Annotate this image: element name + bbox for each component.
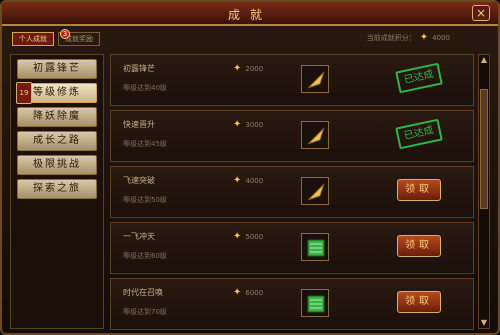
notification-badge: 3 [60, 29, 70, 39]
coin-icon: ✦ [233, 231, 242, 242]
achievement-window: 成就 × 个人成就 成就奖励 3 当前成就积分： ✦ 4000 初露锋芒 19 … [0, 0, 500, 335]
sidebar-item-demon-slaying[interactable]: 降妖除魔 [17, 107, 97, 127]
gold-feather-icon [301, 121, 329, 149]
sidebar-item-first-steps[interactable]: 初露锋芒 [17, 59, 97, 79]
achievement-requirement: 等级达到70级 [123, 308, 167, 316]
window-title: 成就 [227, 8, 272, 22]
coin-icon: ✦ [233, 287, 242, 298]
achievement-requirement: 等级达到40级 [123, 84, 167, 92]
sidebar-item-exploration-journey[interactable]: 探索之旅 [17, 179, 97, 199]
achievement-reward: ✦ 3000 [233, 119, 263, 130]
achievement-reward: ✦ 5000 [233, 231, 263, 242]
achievement-reward: ✦ 4000 [233, 175, 263, 186]
sidebar-item-level-training[interactable]: 19 等级修炼 [16, 82, 97, 104]
coin-icon: ✦ [419, 32, 429, 43]
tab-personal-achievements[interactable]: 个人成就 [12, 32, 54, 46]
score-value: 4000 [432, 33, 450, 42]
achievement-row: 时代在召唤 ✦ 6000 等级达到70级 领取 [110, 278, 474, 330]
achievement-complete-stamp: 已达成 [395, 62, 443, 94]
achievement-name: 飞速突破 [123, 176, 155, 185]
achievement-score: 当前成就积分： ✦ 4000 [367, 32, 450, 43]
reward-points: 2000 [245, 64, 264, 73]
sidebar-item-label: 等级修炼 [33, 87, 81, 98]
achievement-list: 初露锋芒 ✦ 2000 等级达到40级 已达成 快速晋升 ✦ 3000 等级达到45… [110, 54, 474, 330]
achievement-name: 初露锋芒 [123, 64, 155, 73]
coin-icon: ✦ [233, 119, 242, 130]
claim-button[interactable]: 领取 [397, 179, 441, 201]
achievement-row: 初露锋芒 ✦ 2000 等级达到40级 已达成 [110, 54, 474, 106]
achievement-name: 时代在召唤 [123, 288, 163, 297]
achievement-requirement: 等级达到50级 [123, 196, 167, 204]
coin-icon: ✦ [233, 63, 242, 74]
achievement-requirement: 等级达到60级 [123, 252, 167, 260]
title-bar: 成就 × [2, 2, 498, 26]
reward-points: 6000 [245, 288, 264, 297]
achievement-reward: ✦ 6000 [233, 287, 263, 298]
reward-points: 3000 [245, 120, 264, 129]
coin-icon: ✦ [233, 175, 242, 186]
gold-feather-icon [301, 65, 329, 93]
achievement-name: 一飞冲天 [123, 232, 155, 241]
green-book-icon [301, 289, 329, 317]
achievement-category-sidebar: 初露锋芒 19 等级修炼 降妖除魔 成长之路 极限挑战 探索之旅 [10, 54, 104, 329]
tab-bar: 个人成就 成就奖励 3 [12, 29, 100, 46]
sidebar-item-extreme-challenge[interactable]: 极限挑战 [17, 155, 97, 175]
close-icon: × [475, 6, 487, 20]
claim-button[interactable]: 领取 [397, 235, 441, 257]
achievement-complete-stamp: 已达成 [395, 118, 443, 150]
scroll-down-icon[interactable]: ▼ [479, 318, 489, 328]
achievement-list-scrollbar[interactable]: ▲ ▼ [478, 54, 490, 329]
scroll-thumb[interactable] [480, 89, 488, 209]
scroll-up-icon[interactable]: ▲ [479, 55, 489, 65]
claim-button[interactable]: 领取 [397, 291, 441, 313]
reward-points: 4000 [245, 176, 264, 185]
close-button[interactable]: × [472, 5, 490, 21]
achievement-row: 快速晋升 ✦ 3000 等级达到45级 已达成 [110, 110, 474, 162]
score-label: 当前成就积分： [366, 33, 416, 42]
sidebar-item-growth-path[interactable]: 成长之路 [17, 131, 97, 151]
green-book-icon [301, 233, 329, 261]
gold-feather-icon [301, 177, 329, 205]
achievement-row: 飞速突破 ✦ 4000 等级达到50级 领取 [110, 166, 474, 218]
achievement-row: 一飞冲天 ✦ 5000 等级达到60级 领取 [110, 222, 474, 274]
achievement-name: 快速晋升 [123, 120, 155, 129]
category-badge: 19 [16, 82, 32, 104]
reward-points: 5000 [245, 232, 264, 241]
achievement-reward: ✦ 2000 [233, 63, 263, 74]
achievement-requirement: 等级达到45级 [123, 140, 167, 148]
